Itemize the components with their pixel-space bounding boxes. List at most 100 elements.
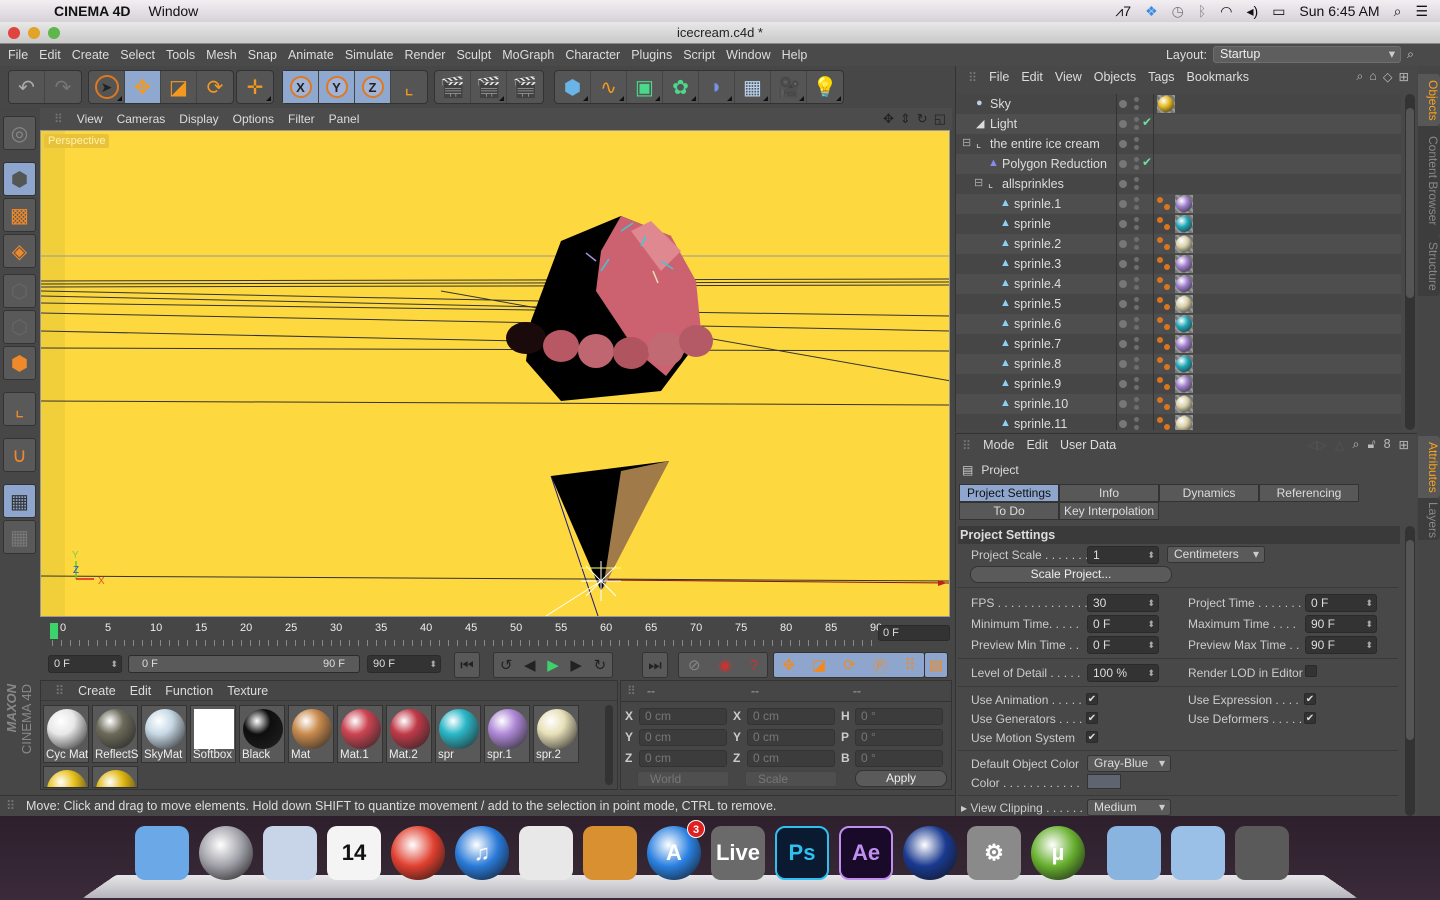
notification-center-icon[interactable]: ☰: [1415, 3, 1428, 20]
preview-min-time-field[interactable]: 0 F: [1087, 636, 1159, 654]
object-name[interactable]: allsprinkles: [1002, 177, 1064, 191]
object-row[interactable]: ▲ Polygon Reduction ✔: [956, 154, 1401, 174]
visibility-dot[interactable]: [1119, 300, 1127, 308]
default-object-color-dropdown[interactable]: Gray-Blue: [1087, 755, 1171, 772]
render-visibility-dots[interactable]: [1134, 177, 1139, 182]
visibility-dot[interactable]: [1119, 400, 1127, 408]
autokey-icon[interactable]: ◉: [719, 656, 732, 674]
render-visibility-dots[interactable]: [1134, 277, 1139, 282]
visibility-dot[interactable]: [1119, 100, 1127, 108]
spline-button[interactable]: ∿: [591, 71, 627, 103]
visibility-dot[interactable]: [1119, 360, 1127, 368]
texture-tag[interactable]: [1175, 255, 1193, 273]
use-animation-checkbox[interactable]: ✔: [1086, 693, 1098, 705]
object-row[interactable]: ▲ sprinle.1: [956, 194, 1401, 214]
key-position-icon[interactable]: ✥: [782, 656, 795, 674]
attribute-menu-edit[interactable]: Edit: [1026, 438, 1048, 452]
layout-dropdown[interactable]: Startup: [1212, 46, 1401, 63]
visibility-dot[interactable]: [1119, 160, 1127, 168]
position-z-field[interactable]: 0 cm: [639, 750, 727, 767]
viewport-menu-options[interactable]: Options: [233, 112, 274, 126]
rotation-p-field[interactable]: 0 °: [855, 729, 943, 746]
render-view-button[interactable]: 🎬: [435, 71, 471, 103]
make-editable-button[interactable]: ◎: [3, 116, 36, 150]
last-tool-button[interactable]: ✛: [237, 71, 273, 103]
battery-icon[interactable]: ▭: [1272, 3, 1285, 20]
dock-app-finder[interactable]: [135, 826, 189, 880]
texture-tag[interactable]: [1175, 395, 1193, 413]
minimum-time-field[interactable]: 0 F: [1087, 615, 1159, 633]
fps-field[interactable]: 30: [1087, 594, 1159, 612]
visibility-dot[interactable]: [1119, 220, 1127, 228]
polygons-mode-button[interactable]: ⬢: [3, 346, 36, 380]
texture-mode-button[interactable]: ▩: [3, 198, 36, 232]
dolly-view-icon[interactable]: ⇕: [900, 111, 911, 127]
tab-objects[interactable]: Objects: [1418, 74, 1440, 126]
viewport-menu-panel[interactable]: Panel: [329, 112, 360, 126]
axis-mode-button[interactable]: ⌞: [3, 392, 36, 426]
tab-project-settings[interactable]: Project Settings: [959, 484, 1059, 502]
tab-attributes[interactable]: Attributes: [1418, 436, 1440, 498]
texture-tag[interactable]: [1157, 95, 1175, 113]
object-row[interactable]: ▲ sprinle.3: [956, 254, 1401, 274]
visibility-dot[interactable]: [1119, 200, 1127, 208]
render-visibility-dots[interactable]: [1134, 197, 1139, 202]
material-swatch[interactable]: spr.1: [484, 705, 530, 763]
light-button[interactable]: 💡: [807, 71, 843, 103]
redo-button[interactable]: ↷: [45, 71, 81, 103]
phong-tag-icon[interactable]: [1157, 377, 1171, 391]
object-row[interactable]: ⊟ ⌞ the entire ice cream: [956, 134, 1401, 154]
apply-button[interactable]: Apply: [855, 770, 947, 787]
visibility-dot[interactable]: [1119, 140, 1127, 148]
material-menu-create[interactable]: Create: [78, 684, 116, 698]
cube-button[interactable]: ⬢: [555, 71, 591, 103]
view-clipping-dropdown[interactable]: Medium: [1087, 799, 1171, 816]
dock-app-launchpad[interactable]: [199, 826, 253, 880]
object-menu-objects[interactable]: Objects: [1094, 70, 1136, 84]
menu-render[interactable]: Render: [404, 48, 445, 62]
menu-character[interactable]: Character: [565, 48, 620, 62]
viewport-menu-display[interactable]: Display: [179, 112, 218, 126]
phong-tag-icon[interactable]: [1157, 257, 1171, 271]
object-menu-tags[interactable]: Tags: [1148, 70, 1174, 84]
object-row[interactable]: ● Sky: [956, 94, 1401, 114]
object-name[interactable]: Light: [990, 117, 1017, 131]
use-deformers-checkbox[interactable]: ✔: [1304, 712, 1316, 724]
material-scrollbar[interactable]: [605, 705, 613, 785]
menu-window[interactable]: Window: [726, 48, 770, 62]
current-frame-field[interactable]: 0 F: [878, 625, 950, 641]
spotlight-icon[interactable]: ⌕: [1394, 3, 1402, 20]
position-y-field[interactable]: 0 cm: [639, 729, 727, 746]
render-visibility-dots[interactable]: [1134, 377, 1139, 382]
phong-tag-icon[interactable]: [1157, 277, 1171, 291]
object-row[interactable]: ▲ sprinle.2: [956, 234, 1401, 254]
phong-tag-icon[interactable]: [1157, 197, 1171, 211]
size-x-field[interactable]: 0 cm: [747, 708, 835, 725]
undo-button[interactable]: ↶: [9, 71, 45, 103]
visibility-dot[interactable]: [1119, 380, 1127, 388]
volume-icon[interactable]: ◂): [1246, 3, 1258, 20]
3d-viewport[interactable]: Y Z X Perspective: [40, 130, 950, 617]
world-coordinates-button[interactable]: ⌞: [391, 71, 427, 103]
coordinate-mode-dropdown[interactable]: Scale: [745, 771, 837, 787]
dock-app-itunes[interactable]: ♫: [455, 826, 509, 880]
tab-to-do[interactable]: To Do: [959, 502, 1059, 520]
material-swatch[interactable]: ReflectS: [92, 705, 138, 763]
deformer-button[interactable]: ◗: [699, 71, 735, 103]
edges-mode-button[interactable]: ⬡: [3, 310, 36, 344]
render-visibility-dots[interactable]: [1134, 97, 1139, 102]
back-icon[interactable]: ◁▷: [1308, 437, 1327, 452]
app-name-menu[interactable]: CINEMA 4D: [54, 3, 131, 19]
material-menu-texture[interactable]: Texture: [227, 684, 268, 698]
phong-tag-icon[interactable]: [1157, 317, 1171, 331]
position-x-field[interactable]: 0 cm: [639, 708, 727, 725]
goto-start-button[interactable]: ⏮: [454, 652, 480, 678]
mac-menu-window[interactable]: Window: [149, 3, 199, 19]
menu-snap[interactable]: Snap: [248, 48, 277, 62]
goto-end-button[interactable]: ⏭: [642, 652, 668, 678]
new-panel-icon[interactable]: ⊞: [1399, 69, 1409, 84]
home-icon[interactable]: ⌂: [1369, 69, 1377, 84]
menu-file[interactable]: File: [8, 48, 28, 62]
phong-tag-icon[interactable]: [1157, 397, 1171, 411]
texture-tag[interactable]: [1175, 235, 1193, 253]
